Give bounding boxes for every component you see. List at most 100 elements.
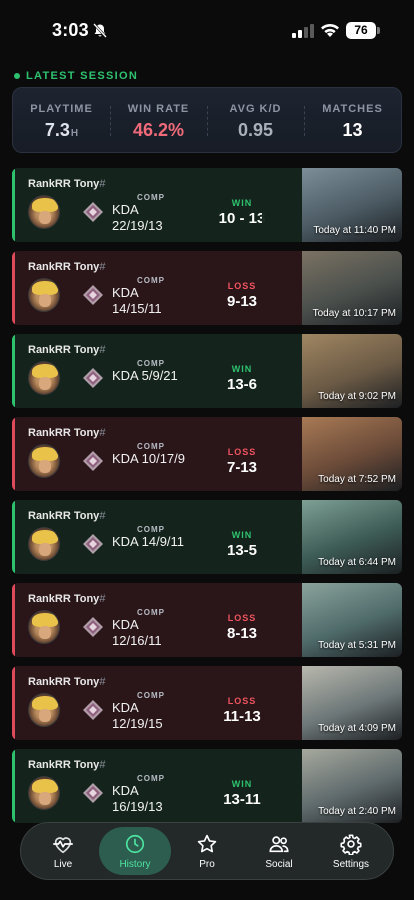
tab-social[interactable]: Social (243, 827, 315, 875)
player-name-text: RankRR Tony (28, 676, 100, 688)
kda-line-2: 16/19/13 (112, 799, 163, 814)
bell-muted-icon (93, 23, 107, 38)
player-name-text: RankRR Tony (28, 759, 100, 771)
match-time: Today at 9:02 PM (318, 391, 396, 402)
agent-portrait-icon (28, 361, 60, 395)
rank-diamond-icon (83, 285, 103, 305)
tab-label: Social (265, 858, 293, 870)
player-tag: # (99, 510, 106, 522)
stat-value: 46.2% (132, 120, 185, 140)
live-dot-icon (14, 73, 20, 79)
tab-label: Pro (199, 858, 215, 870)
match-card[interactable]: RankRR Tony# COMP KDA 14/9/11 WIN 13-5 Today … (12, 500, 402, 574)
kda-line-1: KDA (112, 202, 139, 217)
match-time: Today at 10:17 PM (312, 308, 396, 319)
rank-diamond-icon (83, 534, 103, 554)
result-accent-bar (12, 583, 15, 657)
kda-stats: KDA 14/15/11 (112, 285, 162, 317)
stat-matches: MATCHES 13 (304, 88, 401, 152)
player-name-text: RankRR Tony (28, 510, 100, 522)
result-accent-bar (12, 666, 15, 740)
stat-label: PLAYTIME (30, 103, 93, 115)
player-tag: # (99, 759, 106, 771)
kda-line-1: KDA (112, 783, 139, 798)
result-accent-bar (12, 251, 15, 325)
rank-diamond-icon (83, 783, 103, 803)
people-icon (269, 835, 289, 852)
game-mode: COMP (137, 359, 165, 368)
agent-portrait-icon (28, 444, 60, 478)
battery-indicator: 76 (346, 22, 380, 39)
match-card[interactable]: RankRR Tony# COMP KDA 5/9/21 WIN 13-6 Today a… (12, 334, 402, 408)
tab-live[interactable]: Live (27, 827, 99, 875)
status-bar: 3:03 76 (0, 0, 414, 60)
match-card[interactable]: RankRR Tony# COMP KDA 12/19/15 LOSS 11-13 Toda… (12, 666, 402, 740)
player-tag: # (99, 427, 106, 439)
gear-icon (340, 833, 362, 855)
tab-history[interactable]: History (99, 827, 171, 875)
match-card[interactable]: RankRR Tony# COMP KDA 22/19/13 WIN 10 - 13 Tod… (12, 168, 402, 242)
match-card[interactable]: RankRR Tony# COMP KDA 16/19/13 WIN 13-11 Today… (12, 749, 402, 823)
match-card[interactable]: RankRR Tony# COMP KDA 14/15/11 LOSS 9-13 Today… (12, 251, 402, 325)
stat-playtime: PLAYTIME 7.3H (13, 88, 110, 152)
kda-line-2: 22/19/13 (112, 218, 163, 233)
kda-stats: KDA 14/9/11 (112, 534, 184, 550)
bottom-tab-bar: Live History Pro Social Settings (20, 822, 394, 880)
player-tag: # (99, 593, 106, 605)
stat-value: 0.95 (237, 120, 274, 140)
match-time: Today at 6:44 PM (318, 557, 396, 568)
kda-line-1: KDA (112, 700, 139, 715)
tab-label: Settings (332, 858, 370, 870)
kda-stats: KDA 5/9/21 (112, 368, 178, 384)
player-name-text: RankRR Tony (28, 344, 100, 356)
star-icon (197, 834, 217, 852)
kda-line-1: KDA (112, 285, 139, 300)
match-time: Today at 4:09 PM (318, 723, 396, 734)
match-time: Today at 5:31 PM (318, 640, 396, 651)
result-accent-bar (12, 417, 15, 491)
player-name-text: RankRR Tony (28, 178, 100, 190)
player-name-text: RankRR Tony (28, 427, 100, 439)
match-time: Today at 2:40 PM (318, 806, 396, 817)
stat-label: AVG K/D (229, 103, 282, 115)
tab-label: Live (53, 858, 73, 870)
match-history-list: RankRR Tony# COMP KDA 22/19/13 WIN 10 - 13 Tod… (12, 168, 402, 832)
game-mode: COMP (137, 691, 165, 700)
player-name-text: RankRR Tony (28, 261, 100, 273)
game-mode: COMP (137, 608, 165, 617)
rank-diamond-icon (83, 368, 103, 388)
kda-line-1: KDA 10/17/9 (112, 451, 185, 466)
section-title: LATEST SESSION (26, 70, 139, 82)
kda-stats: KDA 10/17/9 (112, 451, 185, 467)
rank-diamond-icon (83, 451, 103, 471)
kda-line-1: KDA (112, 617, 139, 632)
agent-portrait-icon (28, 195, 60, 229)
latest-session-header: LATEST SESSION (14, 70, 138, 82)
agent-portrait-icon (28, 278, 60, 312)
playtime-unit: H (70, 128, 79, 139)
player-tag: # (99, 261, 106, 273)
game-mode: COMP (137, 774, 165, 783)
result-accent-bar (12, 168, 15, 242)
player-name: RankRR Tony# (28, 759, 105, 771)
match-card[interactable]: RankRR Tony# COMP KDA 12/16/11 LOSS 8-13 Today… (12, 583, 402, 657)
player-name: RankRR Tony# (28, 676, 105, 688)
player-name: RankRR Tony# (28, 261, 105, 273)
stat-avg-kd: AVG K/D 0.95 (207, 88, 304, 152)
stat-label: WIN RATE (127, 103, 190, 115)
match-time: Today at 7:52 PM (318, 474, 396, 485)
game-mode: COMP (137, 442, 165, 451)
agent-portrait-icon (28, 610, 60, 644)
game-mode: COMP (137, 276, 165, 285)
cellular-signal-icon (292, 24, 314, 38)
kda-line-1: KDA 5/9/21 (112, 368, 178, 383)
kda-stats: KDA 22/19/13 (112, 202, 163, 234)
match-card[interactable]: RankRR Tony# COMP KDA 10/17/9 LOSS 7-13 Today… (12, 417, 402, 491)
playtime-value: 7.3 (44, 120, 70, 140)
result-accent-bar (12, 334, 15, 408)
tab-pro[interactable]: Pro (171, 827, 243, 875)
result-accent-bar (12, 749, 15, 823)
tab-settings[interactable]: Settings (315, 827, 387, 875)
stat-win-rate: WIN RATE 46.2% (110, 88, 207, 152)
kda-line-2: 14/15/11 (112, 301, 162, 316)
